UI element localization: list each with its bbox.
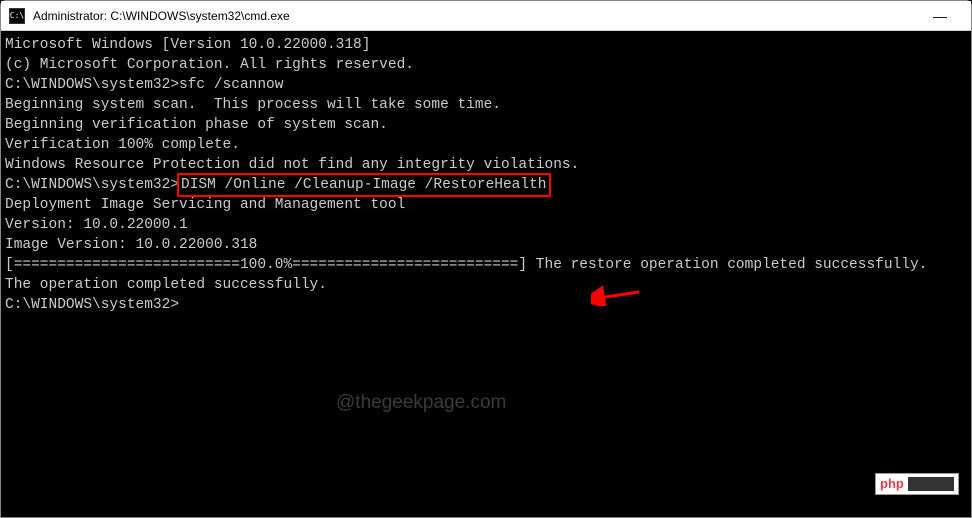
output-line: Microsoft Windows [Version 10.0.22000.31… [5,35,967,55]
window-titlebar: C:\ Administrator: C:\WINDOWS\system32\c… [1,1,971,31]
badge-label: php [880,474,908,494]
output-line: Beginning verification phase of system s… [5,115,967,135]
window-controls: — [917,1,963,31]
annotation-arrow-icon [591,286,641,306]
minimize-button[interactable]: — [917,1,963,31]
prompt-line: C:\WINDOWS\system32>DISM /Online /Cleanu… [5,175,967,195]
output-line: Windows Resource Protection did not find… [5,155,967,175]
output-line: [==========================100.0%=======… [5,255,967,275]
highlighted-command: DISM /Online /Cleanup-Image /RestoreHeal… [177,173,550,197]
prompt-line: C:\WINDOWS\system32> [5,295,967,315]
output-line: (c) Microsoft Corporation. All rights re… [5,55,967,75]
prompt: C:\WINDOWS\system32> [5,177,179,193]
output-line: Image Version: 10.0.22000.318 [5,235,967,255]
cmd-icon: C:\ [9,8,25,24]
prompt: C:\WINDOWS\system32> [5,77,179,93]
site-badge: php [875,473,959,495]
output-line: Verification 100% complete. [5,135,967,155]
output-line: The operation completed successfully. [5,275,967,295]
output-line: Version: 10.0.22000.1 [5,215,967,235]
badge-obscured [908,477,954,491]
prompt: C:\WINDOWS\system32> [5,297,179,313]
command-text: DISM /Online /Cleanup-Image /RestoreHeal… [181,177,546,193]
terminal-output[interactable]: Microsoft Windows [Version 10.0.22000.31… [1,31,971,517]
window-title: Administrator: C:\WINDOWS\system32\cmd.e… [33,9,917,23]
watermark-text: @thegeekpage.com [336,393,506,413]
command-text: sfc /scannow [179,77,283,93]
prompt-line: C:\WINDOWS\system32>sfc /scannow [5,75,967,95]
output-line: Beginning system scan. This process will… [5,95,967,115]
output-line: Deployment Image Servicing and Managemen… [5,195,967,215]
